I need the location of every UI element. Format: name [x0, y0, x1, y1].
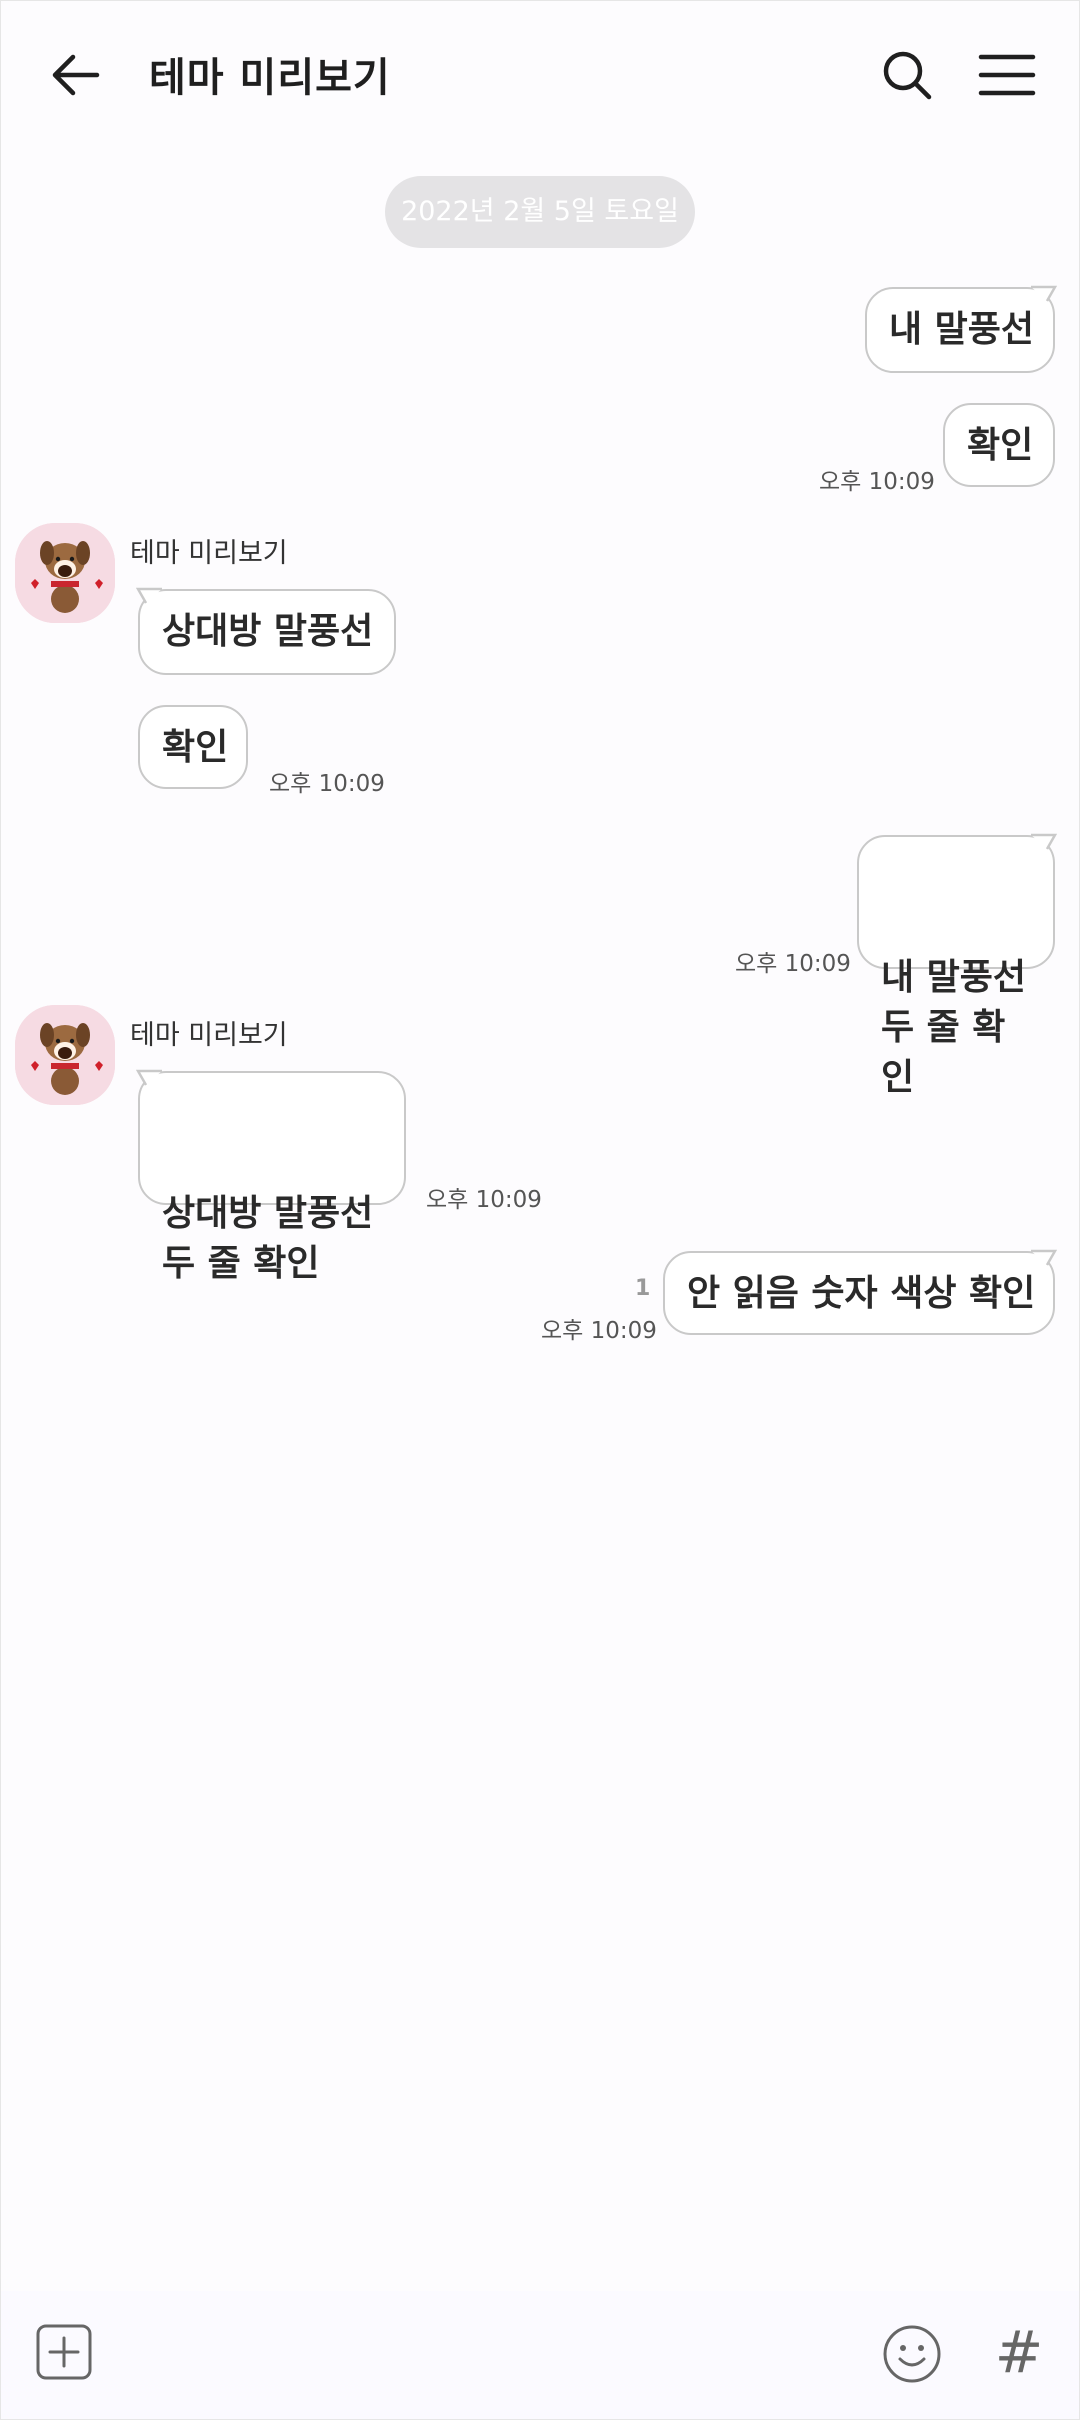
hamburger-menu-icon	[978, 54, 1036, 96]
other-message-bubble[interactable]: 상대방 말풍선 두 줄 확인	[136, 1069, 406, 1284]
sender-name: 테마 미리보기	[130, 538, 288, 569]
message-text: 상대방 말풍선 두 줄 확인	[162, 1193, 374, 1284]
search-button[interactable]	[871, 39, 943, 111]
search-icon	[883, 51, 932, 100]
chat-screen: 테마 미리보기 2022년 2월 5일 토요일 내 말풍선 확인 오후 10:0…	[0, 0, 1080, 2420]
sender-name: 테마 미리보기	[130, 1020, 288, 1051]
page-title: 테마 미리보기	[149, 55, 391, 101]
my-message-bubble[interactable]: 안 읽음 숫자 색상 확인	[663, 1249, 1057, 1335]
avatar[interactable]	[15, 523, 115, 623]
unread-count: 1	[635, 1276, 651, 1301]
message-time: 오후 10:09	[819, 469, 935, 495]
my-message-bubble[interactable]: 내 말풍선	[865, 285, 1057, 373]
message-text: 내 말풍선	[889, 309, 1035, 350]
bubble-tail-icon	[1031, 285, 1057, 302]
avatar[interactable]	[15, 1005, 115, 1105]
attach-button[interactable]	[35, 2323, 93, 2381]
message-time: 오후 10:09	[269, 771, 385, 797]
message-text: 확인	[967, 425, 1034, 466]
menu-button[interactable]	[971, 39, 1043, 111]
emoji-button[interactable]	[881, 2323, 943, 2385]
smiley-icon	[883, 2325, 941, 2383]
dog-character-icon	[15, 523, 115, 623]
message-text: 확인	[162, 727, 229, 768]
bubble-tail-icon	[136, 587, 162, 604]
arrow-left-icon	[52, 54, 100, 96]
my-message-bubble[interactable]: 내 말풍선 두 줄 확인	[857, 833, 1057, 1098]
my-message-bubble[interactable]: 확인	[943, 403, 1055, 487]
bubble-tail-icon	[1031, 833, 1057, 850]
message-text: 내 말풍선 두 줄 확인	[881, 957, 1027, 1098]
top-bar: 테마 미리보기	[1, 1, 1079, 151]
hashtag-button[interactable]: #	[991, 2317, 1047, 2387]
bubble-tail-icon	[1031, 1249, 1057, 1266]
message-time: 오후 10:09	[541, 1318, 657, 1344]
back-button[interactable]	[41, 39, 113, 111]
dog-character-icon	[15, 1005, 115, 1105]
bubble-tail-icon	[136, 1069, 162, 1086]
message-time: 오후 10:09	[735, 951, 851, 977]
message-text: 안 읽음 숫자 색상 확인	[687, 1273, 1036, 1314]
other-message-bubble[interactable]: 상대방 말풍선	[136, 587, 396, 675]
message-time: 오후 10:09	[426, 1187, 542, 1213]
input-bar: #	[1, 2291, 1079, 2419]
plus-square-icon	[36, 2324, 92, 2380]
message-text: 상대방 말풍선	[162, 611, 374, 652]
date-divider: 2022년 2월 5일 토요일	[385, 176, 695, 248]
other-message-bubble[interactable]: 확인	[138, 705, 248, 789]
